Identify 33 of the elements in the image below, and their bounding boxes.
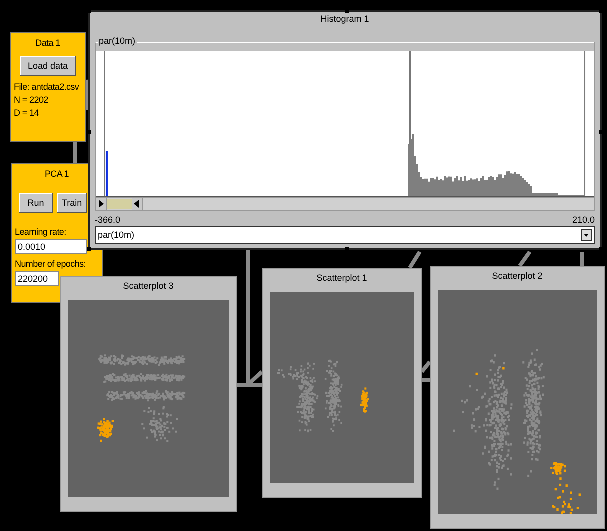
input-field[interactable]: 0.0010 <box>15 239 87 254</box>
dropdown-caret-icon[interactable] <box>581 229 592 241</box>
resize-handle[interactable] <box>87 247 91 251</box>
group-label: par(10m) <box>98 36 137 46</box>
window-title: Scatterplot 2 <box>491 270 544 283</box>
resize-handle[interactable] <box>87 130 91 134</box>
resize-handle[interactable] <box>599 247 603 251</box>
action-button[interactable]: Train <box>57 193 87 213</box>
info-text: N = 2202 <box>14 94 50 107</box>
load-data-button[interactable]: Load data <box>20 56 76 76</box>
resize-handle[interactable] <box>87 9 91 13</box>
window-title: Histogram 1 <box>320 13 370 26</box>
resize-handle[interactable] <box>345 247 349 251</box>
resize-handle[interactable] <box>599 9 603 13</box>
slider-thumb[interactable] <box>107 199 132 209</box>
info-text: File: antdata2.csv <box>14 81 80 94</box>
axis-max-label: 210.0 <box>572 215 595 225</box>
resize-handle[interactable] <box>599 130 603 134</box>
range-slider[interactable] <box>96 197 594 210</box>
right-arrow-icon[interactable] <box>96 198 107 210</box>
variable-dropdown[interactable]: par(10m) <box>95 226 595 244</box>
action-button[interactable]: Run <box>19 193 53 213</box>
field-label: Number of epochs: <box>15 259 86 269</box>
window-title: Scatterplot 1 <box>316 272 368 285</box>
info-text: D = 14 <box>14 107 40 120</box>
window-title: Scatterplot 3 <box>122 280 175 293</box>
dropdown-value: par(10m) <box>98 230 135 240</box>
field-label: Learning rate: <box>15 227 66 237</box>
node-title: Data 1 <box>34 38 62 48</box>
resize-handle[interactable] <box>345 9 349 13</box>
axis-min-label: -366.0 <box>95 215 121 225</box>
node-title: PCA 1 <box>44 169 70 179</box>
input-field[interactable]: 220200 <box>15 271 59 286</box>
